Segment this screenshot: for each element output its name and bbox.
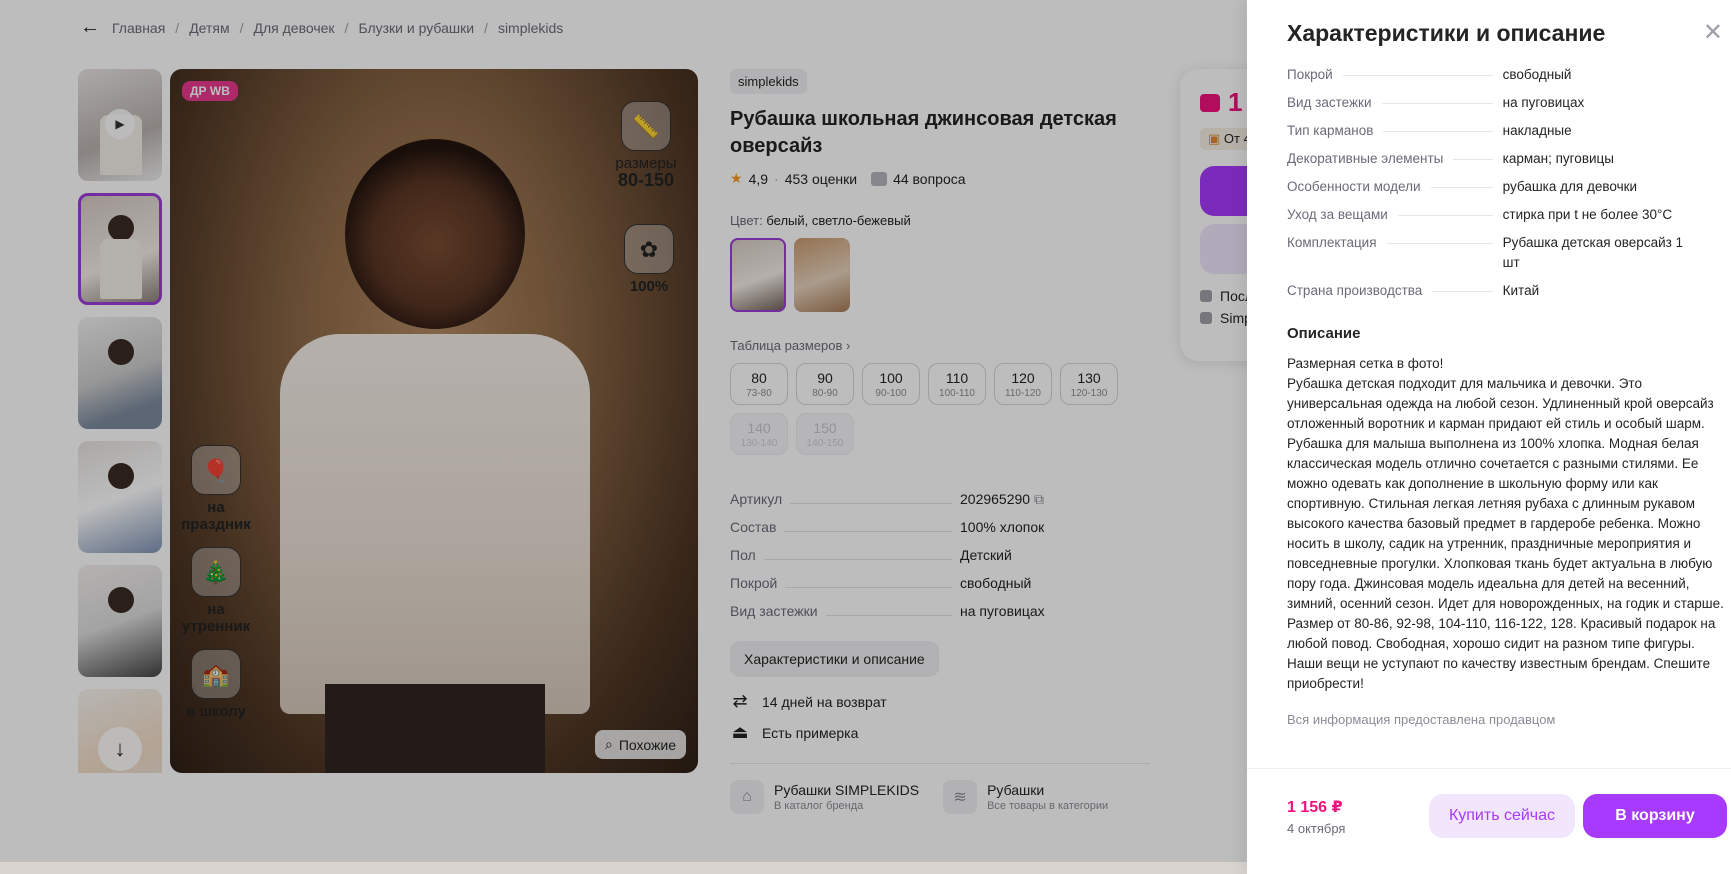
drawer-spec-row: Особенности модели рубашка для девочки <box>1287 179 1691 197</box>
footer-price: 1 156 ₽ <box>1287 799 1343 816</box>
drawer-title: Характеристики и описание <box>1287 20 1606 46</box>
drawer-spec-key-text: Вид застежки <box>1287 95 1372 110</box>
description-text: Размерная сетка в фото! Рубашка детская … <box>1287 354 1727 694</box>
drawer-spec-value: стирка при t не более 30°C <box>1502 207 1673 222</box>
drawer-spec-key: Тип карманов <box>1287 123 1503 138</box>
drawer-spec-row: Декоративные элементы карман; пуговицы <box>1287 151 1691 169</box>
drawer-spec-row: Покрой свободный <box>1287 67 1691 85</box>
drawer-spec-value: на пуговицах <box>1502 95 1585 110</box>
spec-leader <box>1432 291 1493 292</box>
drawer-spec-key: Вид застежки <box>1287 95 1503 110</box>
drawer-spec-key: Комплектация <box>1287 235 1503 250</box>
drawer-spec-key-text: Тип карманов <box>1287 123 1374 138</box>
footer-delivery-date: 4 октября <box>1287 821 1346 836</box>
drawer-spec-key-text: Комплектация <box>1287 235 1377 250</box>
drawer-spec-row: Тип карманов накладные <box>1287 123 1691 141</box>
description-body: Рубашка детская подходит для мальчика и … <box>1287 376 1724 691</box>
drawer-spec-row: Уход за вещами стирка при t не более 30°… <box>1287 207 1691 225</box>
drawer-spec-value: рубашка для девочки <box>1502 179 1638 194</box>
description-first-line: Размерная сетка в фото! <box>1287 356 1444 371</box>
drawer-spec-key: Покрой <box>1287 67 1503 82</box>
spec-leader <box>1430 187 1493 188</box>
spec-leader <box>1342 75 1493 76</box>
description-heading: Описание <box>1287 325 1361 342</box>
spec-leader <box>1386 243 1493 244</box>
drawer-footer: 1 156 ₽ 4 октября Купить сейчас В корзин… <box>1247 768 1731 874</box>
drawer-spec-row: Комплектация Рубашка детская оверсайз 1 … <box>1287 235 1691 273</box>
close-icon[interactable]: ✕ <box>1703 21 1723 45</box>
drawer-spec-key: Страна производства <box>1287 283 1503 298</box>
spec-leader <box>1397 215 1493 216</box>
drawer-spec-row: Страна производства Китай <box>1287 283 1691 301</box>
seller-note: Вся информация предоставлена продавцом <box>1287 712 1556 727</box>
spec-leader <box>1383 131 1493 132</box>
drawer-spec-key-text: Уход за вещами <box>1287 207 1388 222</box>
drawer-spec-key: Особенности модели <box>1287 179 1503 194</box>
drawer-content[interactable]: Характеристики и описание Покрой свободн… <box>1247 0 1731 768</box>
drawer-spec-key: Декоративные элементы <box>1287 151 1503 166</box>
buy-now-button[interactable]: Купить сейчас <box>1429 794 1575 838</box>
drawer-spec-value: свободный <box>1502 67 1572 82</box>
drawer-spec-row: Вид застежки на пуговицах <box>1287 95 1691 113</box>
drawer-spec-value: карман; пуговицы <box>1502 151 1614 166</box>
drawer-spec-value: Рубашка детская оверсайз 1 шт <box>1502 235 1684 270</box>
drawer-spec-value: Китай <box>1502 283 1540 298</box>
drawer-spec-key: Уход за вещами <box>1287 207 1503 222</box>
drawer-spec-key-text: Особенности модели <box>1287 179 1421 194</box>
characteristics-drawer: Характеристики и описание Покрой свободн… <box>1247 0 1731 874</box>
drawer-spec-key-text: Покрой <box>1287 67 1333 82</box>
drawer-spec-key-text: Страна производства <box>1287 283 1423 298</box>
drawer-spec-key-text: Декоративные элементы <box>1287 151 1444 166</box>
spec-leader <box>1453 159 1493 160</box>
spec-leader <box>1381 103 1493 104</box>
modal-backdrop[interactable] <box>0 0 1247 874</box>
drawer-specs: Покрой свободный Вид застежки на пуговиц… <box>1287 67 1691 301</box>
bottom-strip <box>0 862 1247 874</box>
add-to-cart-button[interactable]: В корзину <box>1583 794 1727 838</box>
drawer-spec-value: накладные <box>1502 123 1572 138</box>
